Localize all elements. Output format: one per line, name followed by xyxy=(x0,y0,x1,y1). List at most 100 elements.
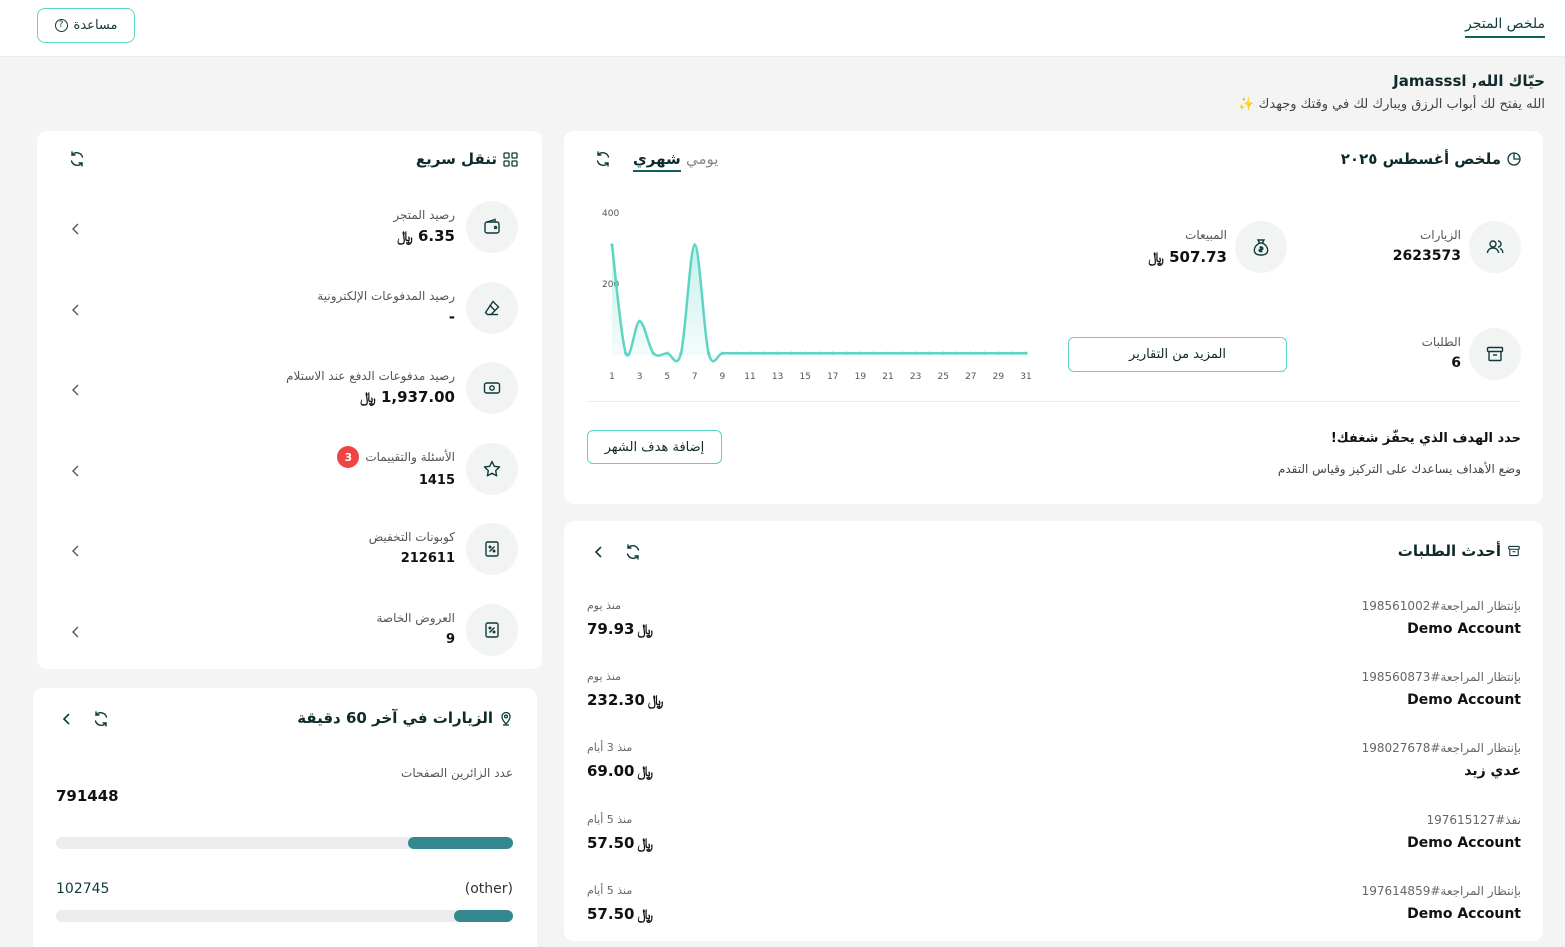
currency-icon: ﷼ xyxy=(360,390,376,406)
coupon-icon-circle xyxy=(466,523,518,575)
notification-badge: 3 xyxy=(337,446,360,468)
chart-point xyxy=(955,351,959,355)
currency-icon: ﷼ xyxy=(397,229,413,245)
quick-nav-item-e-payments[interactable]: رصيد المدفوعات الإلكترونية - xyxy=(37,282,542,338)
visits60-title: الزيارات في آخر 60 دقيقة xyxy=(297,709,513,727)
refresh-icon[interactable] xyxy=(623,542,643,562)
order-time: منذ يوم xyxy=(587,599,622,612)
chevron-left-icon[interactable] xyxy=(589,542,609,562)
x-tick-label: 25 xyxy=(937,372,948,382)
help-label: مساعدة xyxy=(73,18,118,33)
order-row[interactable]: بإنتظار المراجعة#198027678 عدي زيد منذ 3… xyxy=(564,741,1543,789)
chevron-left-icon xyxy=(72,384,79,396)
orders-value: 6 xyxy=(1451,355,1461,371)
star-icon-circle xyxy=(466,443,518,495)
help-button[interactable]: مساعدة ? xyxy=(37,8,135,43)
visits-label: الزيارات xyxy=(1419,228,1461,242)
discount-icon xyxy=(485,541,499,557)
order-price: 79.93 xyxy=(587,620,635,638)
sales-value: 507.73 xyxy=(1169,248,1227,266)
tab-monthly[interactable]: شهري xyxy=(633,150,681,172)
quick-nav-item-special-offers[interactable]: العروض الخاصة 9 xyxy=(37,604,542,660)
visits60-header-label: عدد الزائرين الصفحات xyxy=(401,766,513,780)
quick-nav-label: رصيد مدفوعات الدفع عند الاستلام xyxy=(286,369,455,383)
add-goal-button[interactable]: إضافة هدف الشهر xyxy=(587,430,722,464)
order-status: بإنتظار المراجعة#198560873 xyxy=(1361,670,1521,684)
order-row[interactable]: نفذ#197615127 Demo Account منذ 5 أيام ﷼5… xyxy=(564,813,1543,861)
x-tick-label: 7 xyxy=(692,372,698,382)
visits60-title-text: الزيارات في آخر 60 دقيقة xyxy=(297,709,493,727)
chart-point xyxy=(914,351,918,355)
order-row[interactable]: بإنتظار المراجعة#198561002 Demo Account … xyxy=(564,599,1543,647)
refresh-icon[interactable] xyxy=(593,149,613,169)
quick-nav-label: العروض الخاصة xyxy=(376,611,455,625)
more-reports-button[interactable]: المزيد من التقارير xyxy=(1068,337,1287,372)
quick-nav-label: الأسئلة والتقييمات xyxy=(365,450,455,464)
order-status: بإنتظار المراجعة#198561002 xyxy=(1361,599,1521,613)
chart-area xyxy=(612,244,1026,362)
visits60-other-label: (other) xyxy=(464,881,513,897)
x-tick-label: 5 xyxy=(664,372,670,382)
goal-subtitle: وضع الأهداف يساعدك على التركيز وقياس الت… xyxy=(1277,462,1521,476)
chart-point xyxy=(679,351,683,355)
location-pin-icon xyxy=(501,711,511,726)
chart-point xyxy=(748,351,752,355)
quick-nav-value: - xyxy=(448,308,455,326)
x-tick-label: 17 xyxy=(827,372,838,382)
chevron-left-icon xyxy=(72,545,79,557)
goal-title: حدد الهدف الذي يحفّز شغفك! xyxy=(1330,431,1521,446)
refresh-icon[interactable] xyxy=(91,709,111,729)
tab-daily[interactable]: يومي xyxy=(686,150,718,168)
order-status: نفذ#197615127 xyxy=(1426,813,1521,827)
chart-point xyxy=(845,351,849,355)
chart-point xyxy=(720,351,724,355)
summary-divider xyxy=(586,401,1521,402)
chart-point xyxy=(1010,351,1014,355)
chart-point xyxy=(693,243,697,247)
chart-point xyxy=(983,351,987,355)
chevron-left-icon[interactable] xyxy=(57,709,77,729)
visits60-total: 791448 xyxy=(56,787,119,805)
star-icon xyxy=(483,460,501,477)
top-bar: ملخص المتجر مساعدة ? xyxy=(0,0,1565,57)
order-time: منذ 5 أيام xyxy=(587,813,633,826)
x-tick-label: 19 xyxy=(855,372,867,382)
quick-nav-item-coupons[interactable]: كوبونات التخفيض 212611 xyxy=(37,523,542,579)
quick-nav-item-store-balance[interactable]: رصيد المتجر 6.35 ﷼ xyxy=(37,201,542,257)
sales-value-wrap: 507.73 ﷼ xyxy=(1145,248,1227,266)
chart-point xyxy=(927,351,931,355)
chart-point xyxy=(651,351,655,355)
chevron-left-icon xyxy=(72,465,79,477)
chart-point xyxy=(707,351,711,355)
order-row[interactable]: بإنتظار المراجعة#198560873 Demo Account … xyxy=(564,670,1543,718)
wallet-icon-circle xyxy=(466,201,518,253)
order-row[interactable]: بإنتظار المراجعة#197614859 Demo Account … xyxy=(564,884,1543,932)
x-tick-label: 11 xyxy=(744,372,755,382)
box-icon xyxy=(1508,545,1520,557)
order-customer: عدي زيد xyxy=(1464,763,1521,779)
x-tick-label: 23 xyxy=(910,372,921,382)
chart-point xyxy=(734,351,738,355)
users-icon xyxy=(1486,240,1504,254)
orders-title: أحدث الطلبات xyxy=(1398,542,1521,560)
quick-nav-item-cod-balance[interactable]: رصيد مدفوعات الدفع عند الاستلام 1,937.00… xyxy=(37,362,542,418)
quick-nav-title: تنقل سريع xyxy=(416,150,518,168)
chart-point xyxy=(900,351,904,355)
orders-label: الطلبات xyxy=(1421,335,1461,349)
order-price-wrap: ﷼57.50 xyxy=(587,905,653,923)
orders-title-text: أحدث الطلبات xyxy=(1397,542,1501,560)
x-tick-label: 3 xyxy=(637,372,643,382)
quick-nav-value: 1415 xyxy=(418,473,455,488)
chevron-left-icon xyxy=(72,223,79,235)
chevron-left-icon xyxy=(72,304,79,316)
quick-nav-value: 6.35 xyxy=(417,227,455,245)
chart-point xyxy=(624,351,628,355)
sales-label: المبيعات xyxy=(1185,228,1227,242)
order-time: منذ يوم xyxy=(587,670,622,683)
greeting-subtitle: الله يفتح لك أبواب الرزق ويبارك لك في وق… xyxy=(1238,97,1545,112)
refresh-icon[interactable] xyxy=(67,149,87,169)
sales-icon-circle xyxy=(1235,221,1287,273)
tab-store-summary[interactable]: ملخص المتجر xyxy=(1464,16,1545,38)
currency-icon: ﷼ xyxy=(647,693,664,709)
quick-nav-item-reviews[interactable]: الأسئلة والتقييمات 3 1415 xyxy=(37,443,542,499)
